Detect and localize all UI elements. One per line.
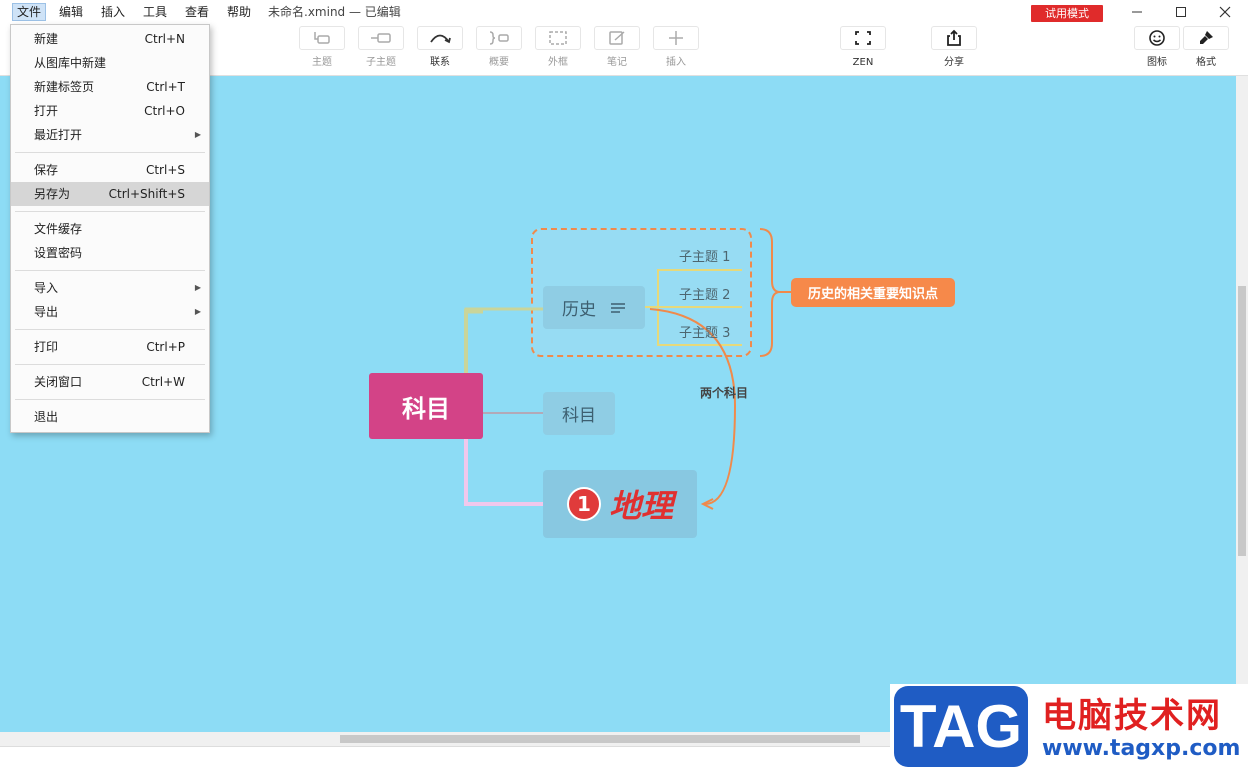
watermark: TAG 电脑技术网 www.tagxp.com: [890, 684, 1248, 769]
subjects-label: 科目: [562, 406, 596, 426]
minimize-icon[interactable]: [1114, 0, 1160, 24]
icon-panel-label: 图标: [1147, 57, 1167, 68]
menu-separator: [15, 270, 205, 271]
relation-arrow-icon: [428, 31, 452, 45]
fullscreen-icon: [854, 30, 872, 46]
subtopic-3[interactable]: 子主题 3: [679, 322, 730, 341]
subtopic-1[interactable]: 子主题 1: [679, 246, 730, 265]
share-icon: [945, 29, 963, 47]
summary-topic[interactable]: 历史的相关重要知识点: [791, 278, 955, 307]
smiley-icon: [1148, 29, 1166, 47]
central-topic-label: 科目: [402, 394, 450, 423]
watermark-site-name: 电脑技术网: [1042, 696, 1222, 736]
menu-file-cache[interactable]: 文件缓存: [11, 217, 209, 241]
horizontal-scroll-thumb[interactable]: [340, 735, 860, 743]
insert-label: 插入: [666, 57, 686, 68]
menu-export[interactable]: 导出 ▶: [11, 300, 209, 324]
menu-import[interactable]: 导入 ▶: [11, 276, 209, 300]
branch-topic-history[interactable]: 历史: [543, 286, 645, 329]
relationship-label[interactable]: 两个科目: [700, 384, 748, 401]
watermark-logo: TAG: [894, 686, 1028, 767]
geography-label: 地理: [608, 487, 673, 525]
trial-mode-badge[interactable]: 试用模式: [1031, 5, 1103, 22]
menu-bar: 文件 编辑 插入 工具 查看 帮助 未命名.xmind — 已编辑 试用模式: [0, 0, 1248, 24]
note-button[interactable]: 笔记: [594, 26, 640, 69]
boundary-icon: [548, 30, 568, 46]
menu-help[interactable]: 帮助: [223, 3, 255, 21]
boundary-label: 外框: [548, 57, 568, 68]
menu-save[interactable]: 保存 Ctrl+S: [11, 158, 209, 182]
summary-label: 概要: [489, 57, 509, 68]
menu-close-window[interactable]: 关闭窗口 Ctrl+W: [11, 370, 209, 394]
close-icon[interactable]: [1202, 0, 1248, 24]
summary-button[interactable]: 概要: [476, 26, 522, 69]
menu-print[interactable]: 打印 Ctrl+P: [11, 335, 209, 359]
topic-icon: [312, 30, 332, 46]
menu-open[interactable]: 打开 Ctrl+O: [11, 99, 209, 123]
menu-recent[interactable]: 最近打开 ▶: [11, 123, 209, 147]
priority-1-marker-icon[interactable]: 1: [566, 487, 601, 521]
menu-new[interactable]: 新建 Ctrl+N: [11, 27, 209, 51]
zen-label: ZEN: [852, 57, 874, 68]
format-panel-label: 格式: [1196, 57, 1216, 68]
relation-button[interactable]: 联系: [417, 26, 463, 69]
menu-new-from-gallery[interactable]: 从图库中新建: [11, 51, 209, 75]
plus-icon: [668, 30, 684, 46]
insert-button[interactable]: 插入: [653, 26, 699, 69]
brush-icon: [1197, 29, 1215, 47]
watermark-url: www.tagxp.com: [1042, 736, 1241, 761]
vertical-scrollbar[interactable]: [1236, 76, 1248, 746]
submenu-arrow-icon: ▶: [194, 283, 201, 292]
menu-tools[interactable]: 工具: [139, 3, 171, 21]
relation-label: 联系: [430, 57, 450, 68]
format-panel-button[interactable]: 格式: [1183, 26, 1229, 69]
subtopic-label: 子主题: [366, 57, 396, 68]
subtopic-button[interactable]: 子主题: [358, 26, 404, 69]
subtopic-icon: [369, 32, 393, 44]
branch-topic-subjects[interactable]: 科目: [543, 392, 615, 435]
central-topic[interactable]: 科目: [369, 373, 483, 439]
history-label: 历史: [562, 300, 596, 320]
menu-file[interactable]: 文件: [12, 3, 47, 21]
share-label: 分享: [944, 57, 964, 68]
notes-icon[interactable]: [610, 302, 626, 314]
submenu-arrow-icon: ▶: [194, 130, 201, 139]
summary-topic-label: 历史的相关重要知识点: [807, 287, 938, 302]
menu-separator: [15, 152, 205, 153]
menu-separator: [15, 364, 205, 365]
vertical-scroll-thumb[interactable]: [1238, 286, 1246, 556]
file-dropdown-menu: 新建 Ctrl+N 从图库中新建 新建标签页 Ctrl+T 打开 Ctrl+O 最近打…: [10, 24, 210, 433]
document-title: 未命名.xmind — 已编辑: [268, 5, 401, 19]
branch-topic-geography[interactable]: 1 地理: [543, 470, 697, 538]
menu-separator: [15, 399, 205, 400]
menu-separator: [15, 329, 205, 330]
menu-edit[interactable]: 编辑: [55, 3, 87, 21]
topic-button[interactable]: 主题: [299, 26, 345, 69]
share-button[interactable]: 分享: [931, 26, 977, 69]
menu-set-password[interactable]: 设置密码: [11, 241, 209, 265]
subtopic-2[interactable]: 子主题 2: [679, 284, 730, 303]
maximize-icon[interactable]: [1158, 0, 1204, 24]
menu-separator: [15, 211, 205, 212]
icon-panel-button[interactable]: 图标: [1134, 26, 1180, 69]
menu-quit[interactable]: 退出: [11, 405, 209, 429]
menu-save-as[interactable]: 另存为 Ctrl+Shift+S: [11, 182, 209, 206]
submenu-arrow-icon: ▶: [194, 307, 201, 316]
menu-new-tab[interactable]: 新建标签页 Ctrl+T: [11, 75, 209, 99]
topic-label: 主题: [312, 57, 332, 68]
menu-insert[interactable]: 插入: [97, 3, 129, 21]
summary-brace-icon: [487, 31, 511, 45]
menu-view[interactable]: 查看: [181, 3, 213, 21]
zen-button[interactable]: ZEN: [840, 26, 886, 69]
boundary-button[interactable]: 外框: [535, 26, 581, 69]
note-pencil-icon: [607, 30, 627, 46]
note-label: 笔记: [607, 57, 627, 68]
